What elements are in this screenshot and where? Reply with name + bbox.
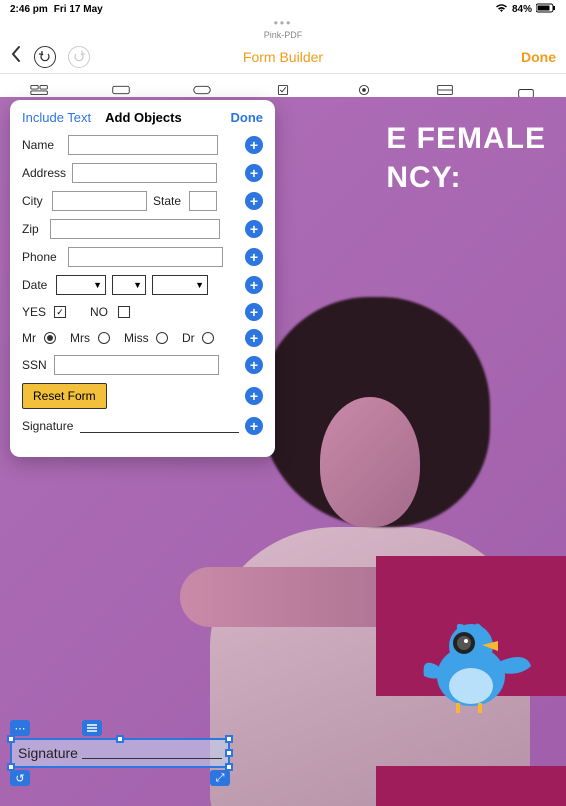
resize-handle[interactable] [225,749,233,757]
selected-element[interactable]: ⋯ Signature ↺ ⤢ [10,720,230,786]
radio-dr[interactable] [202,332,214,344]
label-name: Name [22,138,62,152]
add-city-state-button[interactable]: + [245,192,263,210]
input-state[interactable] [189,191,217,211]
add-date-button[interactable]: + [245,276,263,294]
label-ssn: SSN [22,358,48,372]
tab-add-objects[interactable]: Add Objects [105,110,182,125]
nav-bar: Form Builder Done [0,40,566,74]
label-no: NO [90,305,112,319]
status-date: Fri 17 May [54,4,103,15]
add-phone-button[interactable]: + [245,248,263,266]
resize-handle[interactable] [225,735,233,743]
checkbox-no[interactable] [118,306,130,318]
checkbox-yes[interactable]: ✓ [54,306,66,318]
radio-miss[interactable] [156,332,168,344]
status-battery: 84% [512,4,532,15]
label-yes: YES [22,305,48,319]
hero-heading: E FEMALE NCY: [386,119,546,197]
label-mr: Mr [22,331,38,345]
add-signature-button[interactable]: + [245,417,263,435]
add-name-button[interactable]: + [245,136,263,154]
date-month-dropdown[interactable] [56,275,106,295]
radio-mrs[interactable] [98,332,110,344]
input-ssn[interactable] [54,355,219,375]
label-date: Date [22,278,50,292]
date-day-dropdown[interactable] [112,275,146,295]
back-button[interactable] [10,45,22,69]
done-button[interactable]: Done [521,49,556,65]
input-name[interactable] [68,135,218,155]
popover-done-button[interactable]: Done [231,110,264,125]
add-zip-button[interactable]: + [245,220,263,238]
redo-button[interactable] [68,46,90,68]
label-city: City [22,194,46,208]
input-zip[interactable] [50,219,220,239]
label-miss: Miss [124,331,150,345]
add-yesno-button[interactable]: + [245,303,263,321]
label-signature: Signature [22,419,74,433]
status-time: 2:46 pm [10,4,48,15]
selection-rotate-button[interactable]: ↺ [10,770,30,786]
add-reset-button[interactable]: + [245,387,263,405]
wifi-icon [495,3,508,16]
radio-mr[interactable] [44,332,56,344]
resize-handle[interactable] [7,735,15,743]
tab-include-text[interactable]: Include Text [22,110,91,125]
selection-menu-button[interactable]: ⋯ [10,720,30,736]
selection-expand-button[interactable]: ⤢ [210,770,230,786]
resize-handle[interactable] [7,763,15,771]
quick-start-popover: Include Text Add Objects Done Name + Add… [10,100,275,457]
input-phone[interactable] [68,247,223,267]
selection-list-button[interactable] [82,720,102,736]
label-phone: Phone [22,250,62,264]
input-address[interactable] [72,163,217,183]
document-name: Pink-PDF [0,30,566,40]
undo-button[interactable] [34,46,56,68]
label-state: State [153,194,183,208]
label-mrs: Mrs [70,331,92,345]
bird-icon [416,611,536,726]
battery-icon [536,3,556,16]
signature-line-preview [80,419,239,433]
multitask-dots-icon[interactable]: ••• [0,16,566,30]
add-ssn-button[interactable]: + [245,356,263,374]
label-address: Address [22,166,66,180]
date-year-dropdown[interactable] [152,275,208,295]
label-zip: Zip [22,222,44,236]
add-title-button[interactable]: + [245,329,263,347]
input-city[interactable] [52,191,147,211]
selection-label: Signature [18,745,78,761]
resize-handle[interactable] [225,763,233,771]
add-address-button[interactable]: + [245,164,263,182]
reset-form-button[interactable]: Reset Form [22,383,107,409]
signature-line [82,747,222,759]
resize-handle[interactable] [116,735,124,743]
label-dr: Dr [182,331,196,345]
